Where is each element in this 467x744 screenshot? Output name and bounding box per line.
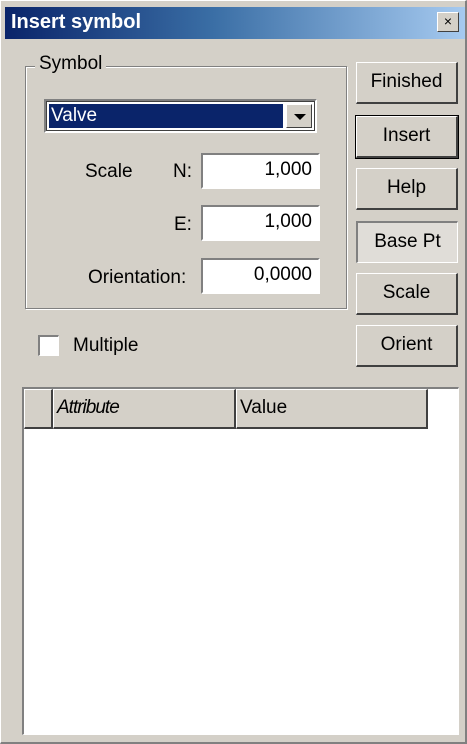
- scale-label: Scale: [85, 161, 133, 182]
- symbol-dropdown[interactable]: Valve: [44, 99, 317, 133]
- attribute-grid[interactable]: Attribute Value: [22, 387, 459, 735]
- grid-corner-header: [24, 389, 53, 429]
- symbol-group-label: Symbol: [35, 53, 107, 75]
- scale-button[interactable]: Scale: [356, 273, 458, 315]
- insert-button[interactable]: Insert: [355, 115, 459, 159]
- multiple-label[interactable]: Multiple: [73, 335, 138, 357]
- help-button[interactable]: Help: [356, 168, 458, 210]
- symbol-dropdown-value[interactable]: Valve: [49, 104, 283, 128]
- scale-e-label: E:: [174, 214, 192, 235]
- scale-e-input[interactable]: 1,000: [201, 205, 320, 241]
- close-icon[interactable]: ×: [437, 12, 459, 32]
- attribute-column-header[interactable]: Attribute: [53, 389, 236, 429]
- base-pt-button[interactable]: Base Pt: [356, 221, 458, 263]
- scale-n-label: N:: [173, 161, 192, 182]
- scale-n-input[interactable]: 1,000: [201, 153, 320, 189]
- finished-button[interactable]: Finished: [356, 62, 458, 104]
- orient-button[interactable]: Orient: [356, 325, 458, 367]
- value-column-header[interactable]: Value: [236, 389, 428, 429]
- window-title: Insert symbol: [11, 11, 142, 33]
- chevron-down-icon[interactable]: [286, 104, 312, 128]
- multiple-checkbox[interactable]: [38, 335, 59, 356]
- orientation-label: Orientation:: [88, 267, 187, 288]
- orientation-input[interactable]: 0,0000: [201, 258, 320, 294]
- insert-symbol-dialog: Insert symbol × Symbol Valve Scale N: 1,…: [0, 0, 467, 744]
- title-bar[interactable]: Insert symbol ×: [5, 7, 465, 39]
